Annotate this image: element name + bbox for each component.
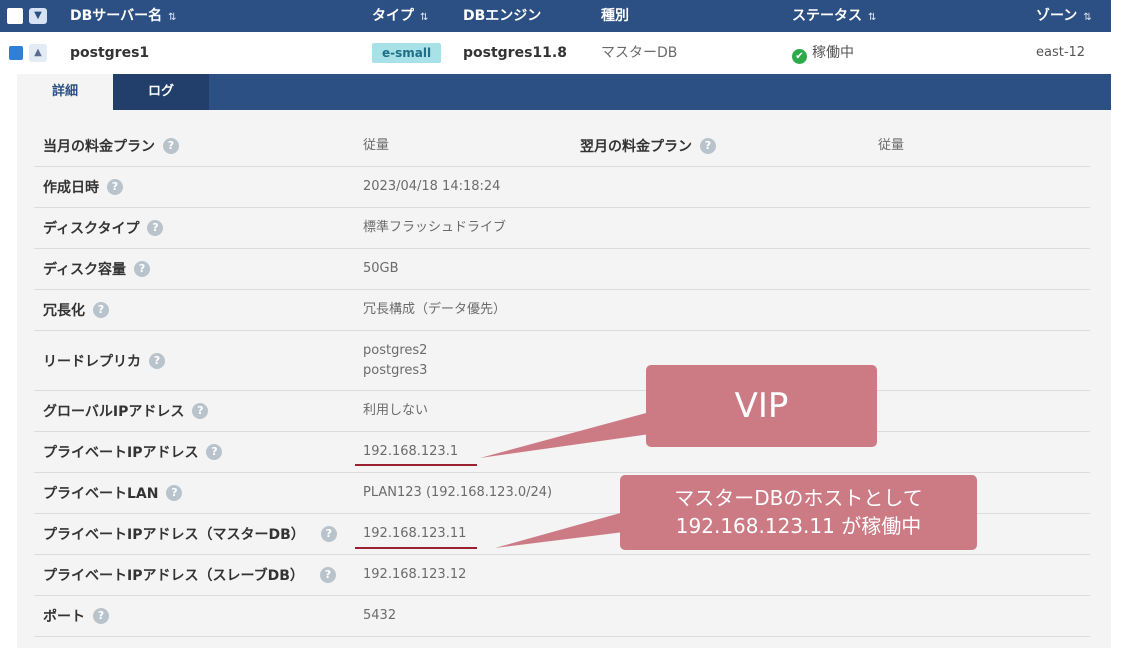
- vip-pointer: [480, 412, 650, 458]
- master-callout-line2: 192.168.123.11 が稼働中: [675, 514, 922, 538]
- master-callout: マスターDBのホストとして 192.168.123.11 が稼働中: [620, 475, 977, 550]
- master-pointer: [495, 512, 624, 548]
- master-callout-line1: マスターDBのホストとして: [674, 486, 923, 510]
- callout-pointers: [480, 412, 650, 548]
- vip-callout: VIP: [646, 365, 877, 447]
